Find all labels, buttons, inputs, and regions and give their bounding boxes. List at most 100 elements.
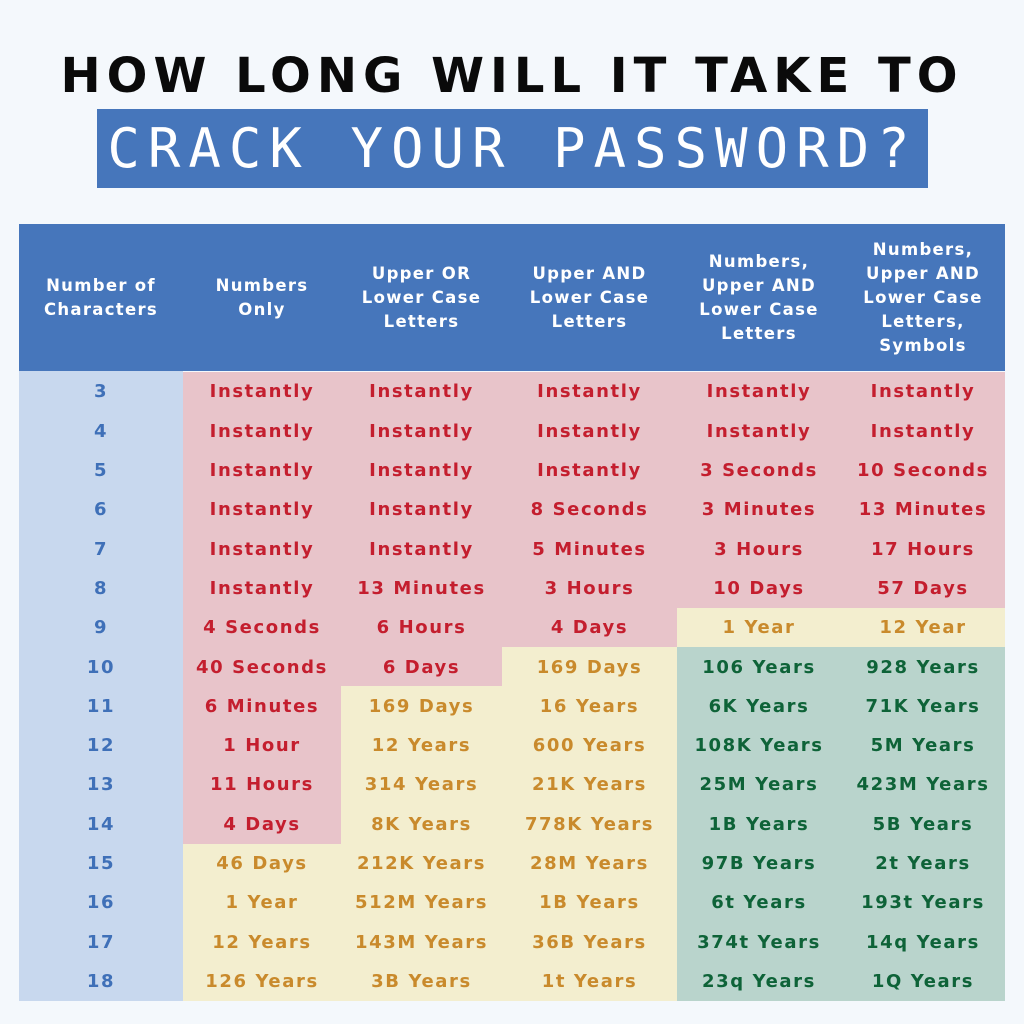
crack-time-cell: 10 Seconds xyxy=(841,450,1005,491)
column-header-line: Upper OR xyxy=(371,263,472,283)
title-line-1: HOW LONG WILL IT TAKE TO xyxy=(60,48,964,104)
crack-time-cell: 5 Minutes xyxy=(502,529,677,570)
character-count-cell: 14 xyxy=(19,804,183,845)
crack-time-cell: 3B Years xyxy=(341,961,502,1002)
character-count-cell: 7 xyxy=(19,529,183,570)
character-count-cell: 12 xyxy=(19,725,183,766)
crack-time-cell: 4 Days xyxy=(183,804,341,845)
character-count-cell: 9 xyxy=(19,607,183,648)
column-header-line: Numbers, xyxy=(872,239,974,259)
character-count-cell: 16 xyxy=(19,882,183,923)
crack-time-cell: Instantly xyxy=(341,489,502,530)
column-header: Upper OR Lower Case Letters xyxy=(341,224,502,371)
crack-time-cell: 57 Days xyxy=(841,568,1005,609)
crack-time-cell: 17 Hours xyxy=(841,529,1005,570)
crack-time-cell: 212K Years xyxy=(341,843,502,884)
character-count-cell: 10 xyxy=(19,647,183,687)
crack-time-cell: Instantly xyxy=(502,450,677,491)
crack-time-cell: 4 Seconds xyxy=(183,607,341,648)
crack-time-cell: 6K Years xyxy=(677,686,841,727)
column-header-line: Symbols xyxy=(879,335,967,355)
crack-time-cell: 5B Years xyxy=(841,804,1005,845)
crack-time-cell: 14q Years xyxy=(841,922,1005,963)
crack-time-cell: 8K Years xyxy=(341,804,502,845)
column-header: Numbers, Upper AND Lower Case Letters, Symbo… xyxy=(841,224,1005,371)
crack-time-cell: Instantly xyxy=(183,489,341,530)
column-header: Numbers, Upper AND Lower Case Letters xyxy=(677,224,841,371)
crack-time-cell: 23q Years xyxy=(677,961,841,1002)
crack-time-cell: 423M Years xyxy=(841,765,1005,805)
character-count-cell: 15 xyxy=(19,843,183,884)
column-header-line: Letters xyxy=(551,311,628,331)
crack-time-cell: 1Q Years xyxy=(841,961,1005,1002)
character-count-cell: 13 xyxy=(19,765,183,805)
crack-time-cell: 143M Years xyxy=(341,922,502,963)
crack-time-cell: Instantly xyxy=(341,529,502,570)
crack-time-cell: Instantly xyxy=(183,372,341,412)
crack-time-cell: 2t Years xyxy=(841,843,1005,884)
crack-time-cell: 169 Days xyxy=(502,647,677,687)
crack-time-cell: Instantly xyxy=(841,411,1005,452)
column-header: Number of Characters xyxy=(19,224,183,371)
character-count-cell: 5 xyxy=(19,450,183,491)
column-header-line: Letters xyxy=(721,323,797,343)
crack-time-cell: 169 Days xyxy=(341,686,502,727)
crack-time-cell: 3 Hours xyxy=(502,568,677,609)
crack-time-cell: Instantly xyxy=(183,411,341,452)
crack-time-cell: 16 Years xyxy=(502,686,677,727)
title-banner: CRACK YOUR PASSWORD? xyxy=(97,109,928,188)
crack-time-cell: 25M Years xyxy=(677,765,841,805)
crack-time-cell: 13 Minutes xyxy=(341,568,502,609)
crack-time-cell: 1B Years xyxy=(502,882,677,923)
crack-time-cell: 6 Minutes xyxy=(183,686,341,727)
crack-time-cell: 3 Hours xyxy=(677,529,841,570)
crack-time-cell: 600 Years xyxy=(502,725,677,766)
crack-time-cell: 6 Hours xyxy=(341,607,502,648)
column-header-line: Lower Case xyxy=(529,287,650,307)
crack-time-cell: Instantly xyxy=(183,529,341,570)
crack-time-cell: 106 Years xyxy=(677,647,841,687)
crack-time-cell: 10 Days xyxy=(677,568,841,609)
crack-time-cell: Instantly xyxy=(183,450,341,491)
crack-time-cell: 4 Days xyxy=(502,607,677,648)
crack-time-cell: 512M Years xyxy=(341,882,502,923)
column-header-line: Only xyxy=(238,299,286,319)
crack-time-cell: 193t Years xyxy=(841,882,1005,923)
column-header-line: Numbers, xyxy=(708,251,810,271)
column-header-line: Lower Case xyxy=(361,287,482,307)
crack-time-cell: 374t Years xyxy=(677,922,841,963)
title-line-2: CRACK YOUR PASSWORD? xyxy=(107,117,918,180)
crack-time-cell: 778K Years xyxy=(502,804,677,845)
character-count-cell: 4 xyxy=(19,411,183,452)
crack-time-cell: 8 Seconds xyxy=(502,489,677,530)
crack-time-cell: 108K Years xyxy=(677,725,841,766)
column-header-line: Characters xyxy=(43,299,159,319)
crack-time-cell: 1B Years xyxy=(677,804,841,845)
crack-time-cell: 1t Years xyxy=(502,961,677,1002)
crack-time-cell: 3 Seconds xyxy=(677,450,841,491)
crack-time-cell: Instantly xyxy=(341,411,502,452)
crack-time-cell: Instantly xyxy=(341,372,502,412)
character-count-cell: 18 xyxy=(19,961,183,1002)
column-header-line: Upper AND xyxy=(701,275,817,295)
character-count-cell: 8 xyxy=(19,568,183,609)
character-count-cell: 3 xyxy=(19,371,183,412)
character-count-cell: 11 xyxy=(19,686,183,727)
crack-time-cell: 1 Year xyxy=(677,607,841,648)
crack-time-cell: 6t Years xyxy=(677,882,841,923)
crack-time-cell: 928 Years xyxy=(841,647,1005,687)
character-count-cell: 17 xyxy=(19,922,183,963)
crack-time-cell: 97B Years xyxy=(677,843,841,884)
column-header-line: Lower Case xyxy=(863,287,983,307)
crack-time-cell: 6 Days xyxy=(341,647,502,687)
column-header-line: Number of xyxy=(46,275,156,295)
crack-time-cell: Instantly xyxy=(341,450,502,491)
crack-time-cell: 46 Days xyxy=(183,843,341,884)
crack-time-cell: 1 Hour xyxy=(183,725,341,766)
crack-time-cell: 13 Minutes xyxy=(841,489,1005,530)
crack-time-cell: 71K Years xyxy=(841,686,1005,727)
column-header-line: Numbers xyxy=(215,275,309,295)
crack-time-cell: 314 Years xyxy=(341,765,502,805)
crack-time-cell: Instantly xyxy=(841,372,1005,412)
crack-time-cell: 1 Year xyxy=(183,882,341,923)
